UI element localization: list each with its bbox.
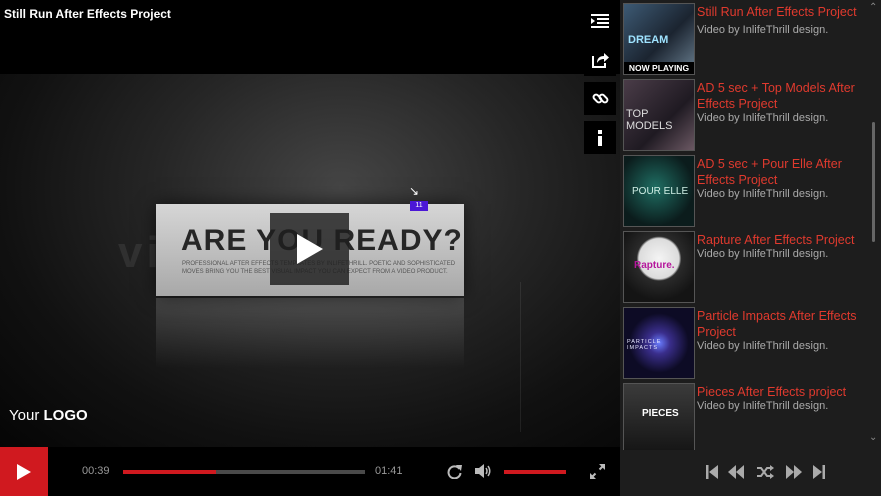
playlist-controls — [620, 450, 881, 496]
playlist-scrollbar[interactable]: ⌃ ⌄ — [866, 0, 881, 450]
playlist-item[interactable]: PARTICLE IMPACTS Particle Impacts After … — [620, 306, 868, 382]
playlist-item-title: AD 5 sec + Pour Elle After Effects Proje… — [697, 157, 842, 187]
playlist-thumbnail: PIECES — [623, 383, 695, 450]
video-title: Still Run After Effects Project — [4, 7, 171, 21]
video-player[interactable]: vi ARE YOU READY? PROFESSIONAL AFTER EFF… — [0, 0, 620, 496]
shuffle-button[interactable] — [755, 463, 775, 481]
playlist-item-author: Video by InlifeThrill design. — [697, 24, 829, 36]
playlist-thumbnail: POUR ELLE — [623, 155, 695, 227]
playlist-icon — [591, 13, 609, 28]
play-icon — [296, 234, 323, 264]
playlist-item-author: Video by InlifeThrill design. — [697, 188, 829, 200]
volume-slider[interactable] — [504, 470, 566, 474]
playlist-item[interactable]: Rapture. Rapture After Effects Project V… — [620, 230, 868, 306]
volume-fill — [504, 470, 566, 474]
thumbnail-text: TOP MODELS — [626, 108, 673, 132]
next-track-button[interactable] — [784, 463, 804, 481]
play-button[interactable] — [0, 447, 48, 496]
playlist-item-title: Rapture After Effects Project — [697, 233, 855, 247]
playlist-item[interactable]: TOP MODELS AD 5 sec + Top Models After E… — [620, 78, 868, 154]
info-icon — [598, 129, 602, 146]
scrollbar-thumb[interactable] — [872, 122, 875, 242]
skip-last-icon — [813, 465, 825, 479]
fullscreen-icon — [589, 463, 605, 479]
scene-divider — [520, 282, 521, 432]
playlist-item-title: AD 5 sec + Top Models After Effects Proj… — [697, 81, 855, 111]
fullscreen-button[interactable] — [588, 462, 606, 480]
chevron-down-icon[interactable]: ⌄ — [869, 432, 877, 443]
logo-prefix: Your — [9, 407, 40, 424]
now-playing-badge: NOW PLAYING — [624, 62, 694, 74]
mute-button[interactable] — [474, 462, 492, 480]
control-bar: 00:39 01:41 — [0, 447, 620, 496]
progress-bar[interactable] — [123, 470, 365, 474]
first-track-button[interactable] — [702, 463, 722, 481]
thumbnail-text: PARTICLE IMPACTS — [627, 339, 662, 351]
playlist-item-author: Video by InlifeThrill design. — [697, 340, 829, 352]
playlist-item-author: Video by InlifeThrill design. — [697, 400, 829, 412]
logo-bold: LOGO — [43, 407, 88, 424]
title-bar: Still Run After Effects Project — [0, 0, 620, 74]
playlist-item-title: Pieces After Effects project — [697, 385, 847, 399]
playlist-list: DREAM NOW PLAYING Still Run After Effect… — [620, 0, 868, 450]
previous-track-button[interactable] — [726, 463, 746, 481]
playlist-toggle-button[interactable] — [584, 4, 616, 37]
playlist-thumbnail: TOP MODELS — [623, 79, 695, 151]
play-icon — [17, 463, 31, 480]
info-button[interactable] — [584, 121, 616, 154]
replay-button[interactable] — [445, 462, 463, 480]
side-toolbar — [584, 4, 616, 160]
playlist-item-author: Video by InlifeThrill design. — [697, 112, 829, 124]
progress-fill — [123, 470, 217, 474]
scene-reflection — [156, 298, 464, 368]
thumbnail-text: PIECES — [642, 408, 679, 419]
playlist-thumbnail: Rapture. — [623, 231, 695, 303]
rewind-icon — [728, 465, 744, 479]
last-track-button[interactable] — [809, 463, 829, 481]
fast-forward-icon — [786, 465, 802, 479]
share-icon — [591, 52, 609, 68]
duration: 01:41 — [375, 465, 403, 477]
scene-badge: 11 — [410, 201, 428, 211]
cursor-arrow-icon: ↘ — [409, 184, 420, 198]
link-button[interactable] — [584, 82, 616, 115]
link-icon — [592, 93, 608, 104]
playlist-item-title: Still Run After Effects Project — [697, 5, 857, 19]
playlist-panel: DREAM NOW PLAYING Still Run After Effect… — [620, 0, 881, 496]
playlist-item-title: Particle Impacts After Effects Project — [697, 309, 857, 339]
skip-first-icon — [706, 465, 718, 479]
current-time: 00:39 — [82, 465, 110, 477]
thumbnail-text: Rapture. — [634, 260, 675, 271]
playlist-thumbnail: DREAM NOW PLAYING — [623, 3, 695, 75]
playlist-item[interactable]: DREAM NOW PLAYING Still Run After Effect… — [620, 2, 868, 78]
share-button[interactable] — [584, 43, 616, 76]
thumbnail-text: POUR ELLE — [632, 186, 689, 197]
chevron-up-icon[interactable]: ⌃ — [869, 2, 877, 13]
replay-icon — [447, 464, 462, 479]
playlist-item[interactable]: POUR ELLE AD 5 sec + Pour Elle After Eff… — [620, 154, 868, 230]
thumbnail-text: DREAM — [628, 34, 669, 46]
logo: Your LOGO — [9, 407, 88, 424]
playlist-item-author: Video by InlifeThrill design. — [697, 248, 829, 260]
playlist-item[interactable]: PIECES Pieces After Effects project Vide… — [620, 382, 868, 450]
volume-icon — [474, 464, 490, 478]
playlist-thumbnail: PARTICLE IMPACTS — [623, 307, 695, 379]
shuffle-icon — [756, 465, 774, 479]
big-play-button[interactable] — [270, 213, 349, 285]
